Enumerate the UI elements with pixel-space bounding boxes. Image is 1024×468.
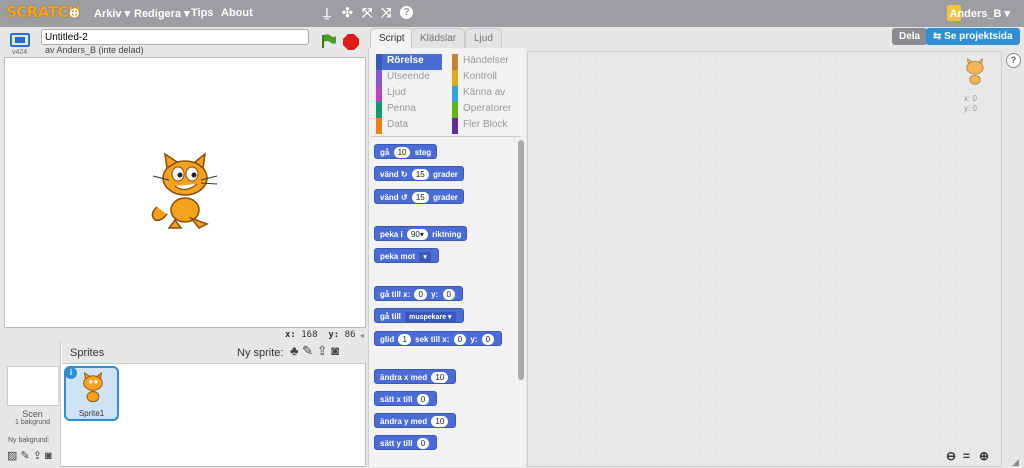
menu-about[interactable]: About bbox=[221, 7, 253, 19]
block-palette: Rörelse Händelser Utseende Kontroll Ljud… bbox=[368, 48, 526, 467]
scripts-area[interactable] bbox=[527, 51, 1002, 467]
remix-arrows-icon: ⇆ bbox=[933, 31, 942, 42]
block-go-to[interactable]: gå till muspekare ▾ bbox=[374, 308, 464, 323]
turn-left-icon: ↺ bbox=[400, 193, 408, 202]
menu-file[interactable]: Arkiv ▾ bbox=[94, 7, 130, 20]
block-change-y[interactable]: ändra y med 10 bbox=[374, 413, 457, 428]
sprites-header: Sprites Ny sprite: ♣ ✎ ⇪ ◙ bbox=[62, 342, 366, 364]
block-glide[interactable]: glid 1 sek till x: 0 y: 0 bbox=[374, 331, 503, 346]
category-operators[interactable]: Operatorer bbox=[452, 102, 511, 118]
scene-column: Scen 1 bakgrund Ny bakgrund: ▨ ✎ ⇪ ◙ bbox=[4, 342, 61, 467]
project-title-input[interactable] bbox=[41, 29, 309, 45]
stop-icon[interactable] bbox=[343, 34, 359, 53]
category-pen[interactable]: Penna bbox=[376, 102, 416, 118]
collapse-arrow-icon[interactable]: ◂ bbox=[360, 331, 364, 340]
share-button[interactable]: Dela bbox=[892, 28, 928, 45]
project-page-button[interactable]: ⇆ Se projektsida bbox=[926, 28, 1020, 45]
zoom-out-icon[interactable]: ⊖ bbox=[946, 449, 956, 463]
menu-bar: SCRATCH ⊕ Arkiv ▾ Redigera ▾ Tips About … bbox=[0, 0, 1024, 27]
sprite-paint-icon[interactable]: ✎ bbox=[302, 343, 313, 358]
author-label: av Anders_B (inte delad) bbox=[45, 45, 144, 55]
delete-tool-icon[interactable]: ✣ bbox=[342, 5, 353, 21]
version-label: v424 bbox=[12, 49, 28, 56]
sprites-title: Sprites bbox=[70, 347, 105, 359]
help-icon[interactable]: ? bbox=[400, 6, 413, 19]
backdrop-paint-icon[interactable]: ✎ bbox=[20, 450, 29, 462]
block-go-to-xy[interactable]: gå till x: 0 y: 0 bbox=[374, 286, 463, 301]
block-point-direction[interactable]: peka i 90▾ riktning bbox=[374, 226, 468, 241]
green-flag-icon[interactable] bbox=[320, 33, 336, 52]
backdrop-camera-icon[interactable]: ◙ bbox=[45, 450, 52, 462]
tab-costumes[interactable]: Klädslar bbox=[411, 28, 466, 48]
sprite-x-readout: x: 0 bbox=[964, 94, 977, 103]
sprite1-label: Sprite1 bbox=[78, 409, 105, 418]
turn-right-icon: ↻ bbox=[400, 170, 408, 179]
backdrop-upload-icon[interactable]: ⇪ bbox=[33, 450, 42, 462]
scene-thumbnail[interactable] bbox=[7, 366, 59, 406]
category-data[interactable]: Data bbox=[376, 118, 408, 134]
new-sprite-label: Ny sprite: bbox=[237, 347, 284, 359]
category-more-blocks[interactable]: Fler Block bbox=[452, 118, 507, 134]
grow-tool-icon[interactable]: ⤧ bbox=[362, 5, 372, 21]
zoom-in-icon[interactable]: ⊕ bbox=[979, 449, 989, 463]
sprite-camera-icon[interactable]: ◙ bbox=[331, 343, 339, 358]
backdrop-library-icon[interactable]: ▨ bbox=[7, 450, 17, 462]
mouse-coordinates: x: 168 y: 86 bbox=[285, 330, 356, 340]
block-set-x[interactable]: sätt x till 0 bbox=[374, 391, 438, 406]
category-motion[interactable]: Rörelse bbox=[376, 54, 442, 70]
sprite-cat-on-stage[interactable] bbox=[147, 152, 223, 235]
sprite-upload-icon[interactable]: ⇪ bbox=[317, 343, 328, 358]
block-set-y[interactable]: sätt y till 0 bbox=[374, 435, 438, 450]
category-sound[interactable]: Ljud bbox=[376, 86, 406, 102]
stage-canvas[interactable] bbox=[4, 57, 366, 328]
fullscreen-icon[interactable] bbox=[10, 33, 30, 47]
sprite-y-readout: y: 0 bbox=[964, 104, 977, 113]
help-tips-icon[interactable]: ? bbox=[1006, 53, 1021, 68]
block-point-towards[interactable]: peka mot ▾ bbox=[374, 248, 439, 263]
block-turn-right[interactable]: vänd ↻ 15 grader bbox=[374, 166, 464, 181]
scene-backdrop-count: 1 bakgrund bbox=[14, 419, 51, 426]
stage-header: v424 av Anders_B (inte delad) bbox=[0, 27, 368, 57]
user-menu[interactable]: Anders_B ▾ bbox=[949, 7, 1010, 20]
block-move-steps[interactable]: gå 10 steg bbox=[374, 144, 438, 159]
tab-sounds[interactable]: Ljud bbox=[465, 28, 502, 48]
globe-icon[interactable]: ⊕ bbox=[69, 5, 80, 21]
category-events[interactable]: Händelser bbox=[452, 54, 509, 70]
zoom-reset-icon[interactable]: = bbox=[963, 449, 970, 463]
duplicate-tool-icon[interactable]: ⍊ bbox=[323, 5, 331, 21]
sprite1-thumbnail[interactable]: i Sprite1 bbox=[64, 366, 119, 421]
sprite-library-icon[interactable]: ♣ bbox=[290, 343, 299, 358]
scene-label: Scen bbox=[22, 409, 43, 419]
block-turn-left[interactable]: vänd ↺ 15 grader bbox=[374, 189, 464, 204]
block-change-x[interactable]: ändra x med 10 bbox=[374, 369, 457, 384]
category-control[interactable]: Kontroll bbox=[452, 70, 497, 86]
tab-script[interactable]: Script bbox=[370, 28, 414, 50]
current-sprite-icon bbox=[960, 57, 990, 91]
new-backdrop-label: Ny bakgrund: bbox=[8, 437, 50, 444]
category-looks[interactable]: Utseende bbox=[376, 70, 430, 86]
shrink-tool-icon[interactable]: ⤨ bbox=[381, 5, 391, 21]
menu-tips[interactable]: Tips bbox=[191, 7, 213, 19]
resize-grip-icon[interactable]: ◢ bbox=[1012, 457, 1019, 468]
category-sensing[interactable]: Känna av bbox=[452, 86, 505, 102]
menu-edit[interactable]: Redigera ▾ bbox=[134, 7, 190, 20]
palette-scrollbar[interactable] bbox=[518, 140, 524, 380]
